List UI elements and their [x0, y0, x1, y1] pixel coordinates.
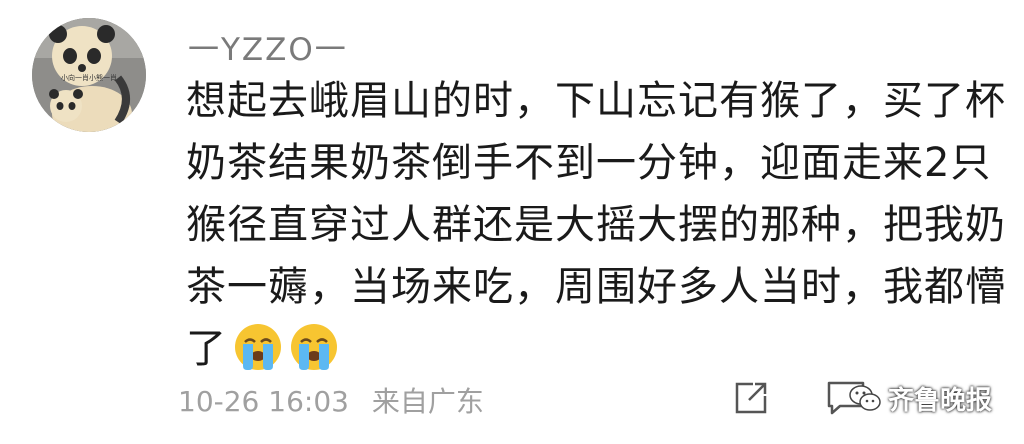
watermark: 齐鲁晚报: [848, 376, 992, 420]
username[interactable]: 一YZZO一: [188, 24, 348, 69]
avatar-caption: 小向一肖小熊一肖: [61, 73, 117, 82]
comment-line: 想起去峨眉山的时，下山忘记有猴了，买了杯: [186, 78, 1006, 124]
comment-line: 猴径直穿过人群还是大摇大摆的那种，把我奶: [186, 202, 1006, 248]
timestamp: 10-26 16:03: [178, 385, 349, 418]
crying-face-emoji: [291, 324, 337, 370]
wechat-icon: [849, 385, 881, 411]
comment-line: 奶茶结果奶茶倒手不到一分钟，迎面走来2只: [186, 140, 992, 186]
comment-line: 茶一薅，当场来吃，周围好多人当时，我都懵: [186, 264, 1006, 310]
comment-meta: 10-26 16:03 来自广东: [178, 380, 484, 420]
share-icon[interactable]: [733, 380, 769, 416]
location-label: 来自广东: [371, 385, 484, 418]
watermark-text: 齐鲁晚报: [888, 385, 993, 416]
comment-card: 小向一肖小熊一肖 一YZZO一 想起去峨眉山的时，下山忘记有猴了，买了杯 奶茶结…: [0, 0, 1024, 444]
comment-line: 了: [186, 326, 227, 372]
avatar[interactable]: 小向一肖小熊一肖: [32, 18, 146, 132]
comment-last-line: 了: [186, 318, 986, 380]
comment-text: 想起去峨眉山的时，下山忘记有猴了，买了杯 奶茶结果奶茶倒手不到一分钟，迎面走来2…: [186, 70, 1006, 380]
crying-face-emoji: [235, 324, 281, 370]
panda-avatar-image: 小向一肖小熊一肖: [32, 18, 146, 132]
